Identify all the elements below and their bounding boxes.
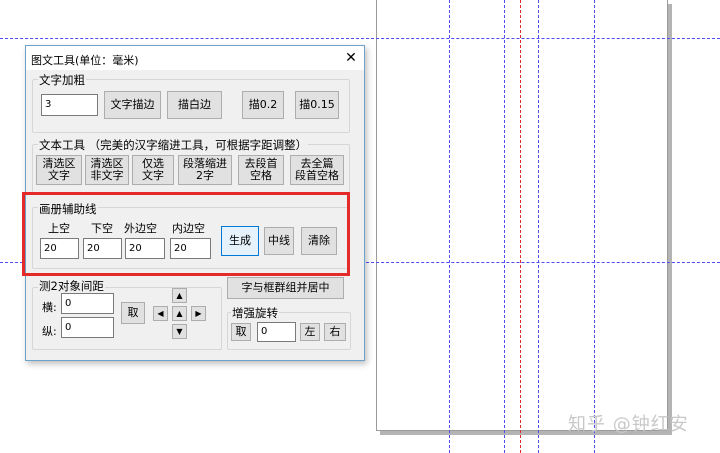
measure-label: 测2对象间距 (38, 278, 105, 294)
vertical-distance-input[interactable]: 0 (61, 317, 114, 338)
watermark: 知乎 @钟红安 (568, 414, 689, 435)
bold-width-input[interactable]: 3 (41, 94, 98, 116)
close-icon[interactable]: ✕ (342, 49, 360, 67)
text-bold-label: 文字加粗 (38, 72, 86, 88)
dialog-titlebar[interactable]: 图文工具(单位：毫米) ✕ (26, 46, 364, 70)
nudge-center-icon[interactable]: ▲ (172, 306, 187, 321)
text-tool-label: 文本工具 （完美的汉字缩进工具，可根据字距调整） (38, 137, 309, 153)
measure-take-button[interactable]: 取 (121, 302, 145, 324)
nudge-right-icon[interactable]: ▶ (191, 306, 206, 321)
remove-leading-space-button[interactable]: 去段首 空格 (238, 155, 284, 185)
guide-line-v2 (504, 0, 505, 453)
select-text-only-button[interactable]: 仅选 文字 (132, 155, 174, 185)
clear-selection-text-button[interactable]: 清选区 文字 (36, 155, 82, 185)
nudge-down-icon[interactable]: ▼ (172, 324, 187, 339)
white-stroke-button[interactable]: 描白边 (167, 91, 222, 119)
group-and-center-button[interactable]: 字与框群组并居中 (227, 277, 344, 299)
horizontal-distance-input[interactable]: 0 (61, 293, 114, 314)
stroke-02-button[interactable]: 描0.2 (242, 91, 284, 119)
rotate-take-button[interactable]: 取 (231, 323, 251, 341)
nudge-up-icon[interactable]: ▲ (172, 288, 187, 303)
remove-all-leading-space-button[interactable]: 去全篇 段首空格 (290, 155, 344, 185)
stroke-015-button[interactable]: 描0.15 (295, 91, 339, 119)
guide-line-v1 (449, 0, 450, 453)
guide-line-v4 (594, 0, 595, 453)
rotate-angle-input[interactable]: 0 (257, 322, 296, 342)
document-page (376, 0, 668, 431)
rotate-label: 增强旋转 (231, 305, 279, 321)
vertical-label: 纵: (42, 325, 57, 338)
text-stroke-button[interactable]: 文字描边 (104, 91, 161, 119)
rotate-left-button[interactable]: 左 (300, 323, 320, 341)
guide-line-center (520, 0, 521, 453)
guide-line-v3 (538, 0, 539, 453)
guide-line-top (0, 38, 720, 39)
highlight-box (22, 192, 350, 276)
rotate-right-button[interactable]: 右 (324, 323, 346, 341)
nudge-left-icon[interactable]: ◀ (153, 306, 168, 321)
paragraph-indent-button[interactable]: 段落缩进 2字 (178, 155, 232, 185)
horizontal-label: 横: (42, 301, 57, 314)
clear-selection-nontext-button[interactable]: 清选区 非文字 (85, 155, 129, 185)
dialog-title: 图文工具(单位：毫米) (31, 54, 139, 67)
